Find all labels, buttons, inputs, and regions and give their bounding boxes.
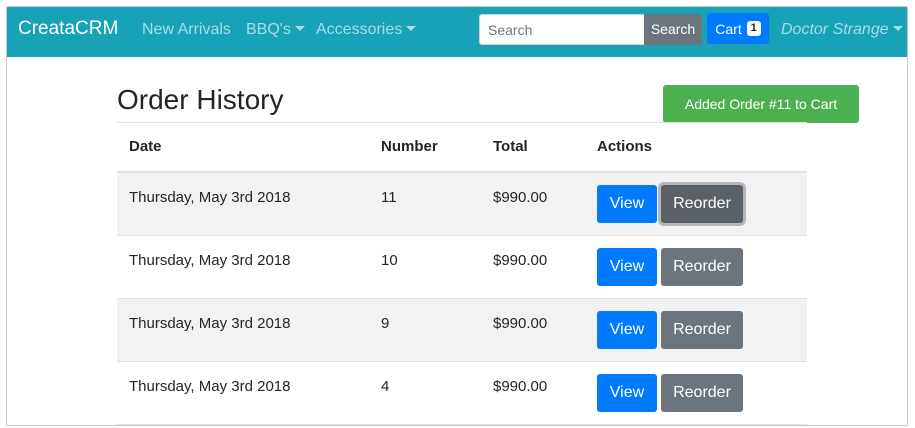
view-order-button[interactable]: View xyxy=(597,374,657,412)
header-actions: Actions xyxy=(597,138,653,155)
order-date: Thursday, May 3rd 2018 xyxy=(129,315,291,332)
reorder-button[interactable]: Reorder xyxy=(661,374,743,412)
brand-logo[interactable]: CreataCRM xyxy=(18,18,118,40)
reorder-button[interactable]: Reorder xyxy=(661,248,743,286)
app-window: CreataCRM New Arrivals BBQ's Accessories… xyxy=(6,6,908,426)
table-row: Thursday, May 3rd 2018 4 $990.00 View Re… xyxy=(117,362,807,425)
order-total: $990.00 xyxy=(493,378,548,395)
search-input[interactable] xyxy=(479,14,645,45)
view-order-button[interactable]: View xyxy=(597,185,657,223)
reorder-button[interactable]: Reorder xyxy=(661,311,743,349)
view-order-button[interactable]: View xyxy=(597,248,657,286)
order-number: 11 xyxy=(381,189,397,206)
row-actions: View Reorder xyxy=(597,185,743,223)
nav-new-arrivals[interactable]: New Arrivals xyxy=(142,21,231,39)
order-total: $990.00 xyxy=(493,252,548,269)
order-date: Thursday, May 3rd 2018 xyxy=(129,378,291,395)
row-actions: View Reorder xyxy=(597,311,743,349)
reorder-button[interactable]: Reorder xyxy=(661,185,743,223)
order-history-table: Date Number Total Actions Thursday, May … xyxy=(117,122,807,425)
navbar: CreataCRM New Arrivals BBQ's Accessories… xyxy=(7,7,907,57)
caret-down-icon xyxy=(406,26,417,31)
nav-bbqs-label: BBQ's xyxy=(246,21,291,38)
cart-count-badge: 1 xyxy=(746,21,761,36)
cart-label: Cart xyxy=(715,20,742,37)
table-row: Thursday, May 3rd 2018 9 $990.00 View Re… xyxy=(117,299,807,362)
order-number: 4 xyxy=(381,378,390,395)
table-row: Thursday, May 3rd 2018 10 $990.00 View R… xyxy=(117,236,807,299)
page-title: Order History xyxy=(117,84,284,115)
header-number: Number xyxy=(381,138,438,155)
order-total: $990.00 xyxy=(493,315,548,332)
nav-accessories-dropdown[interactable]: Accessories xyxy=(316,21,417,39)
user-name: Doctor Strange xyxy=(781,21,889,38)
order-number: 10 xyxy=(381,252,398,269)
search-button[interactable]: Search xyxy=(644,14,702,45)
order-total: $990.00 xyxy=(493,189,548,206)
caret-down-icon xyxy=(892,26,903,31)
view-order-button[interactable]: View xyxy=(597,311,657,349)
nav-accessories-label: Accessories xyxy=(316,21,403,38)
nav-new-arrivals-label: New Arrivals xyxy=(142,21,231,38)
order-date: Thursday, May 3rd 2018 xyxy=(129,189,291,206)
table-header: Date Number Total Actions xyxy=(117,123,807,173)
order-date: Thursday, May 3rd 2018 xyxy=(129,252,291,269)
header-date: Date xyxy=(129,138,162,155)
cart-button[interactable]: Cart 1 xyxy=(707,13,769,44)
user-menu-dropdown[interactable]: Doctor Strange xyxy=(781,21,903,39)
row-actions: View Reorder xyxy=(597,374,743,412)
row-actions: View Reorder xyxy=(597,248,743,286)
caret-down-icon xyxy=(294,26,305,31)
header-total: Total xyxy=(493,138,528,155)
added-to-cart-alert[interactable]: Added Order #11 to Cart xyxy=(663,85,859,123)
nav-bbqs-dropdown[interactable]: BBQ's xyxy=(246,21,305,39)
table-row: Thursday, May 3rd 2018 11 $990.00 View R… xyxy=(117,173,807,236)
order-number: 9 xyxy=(381,315,390,332)
